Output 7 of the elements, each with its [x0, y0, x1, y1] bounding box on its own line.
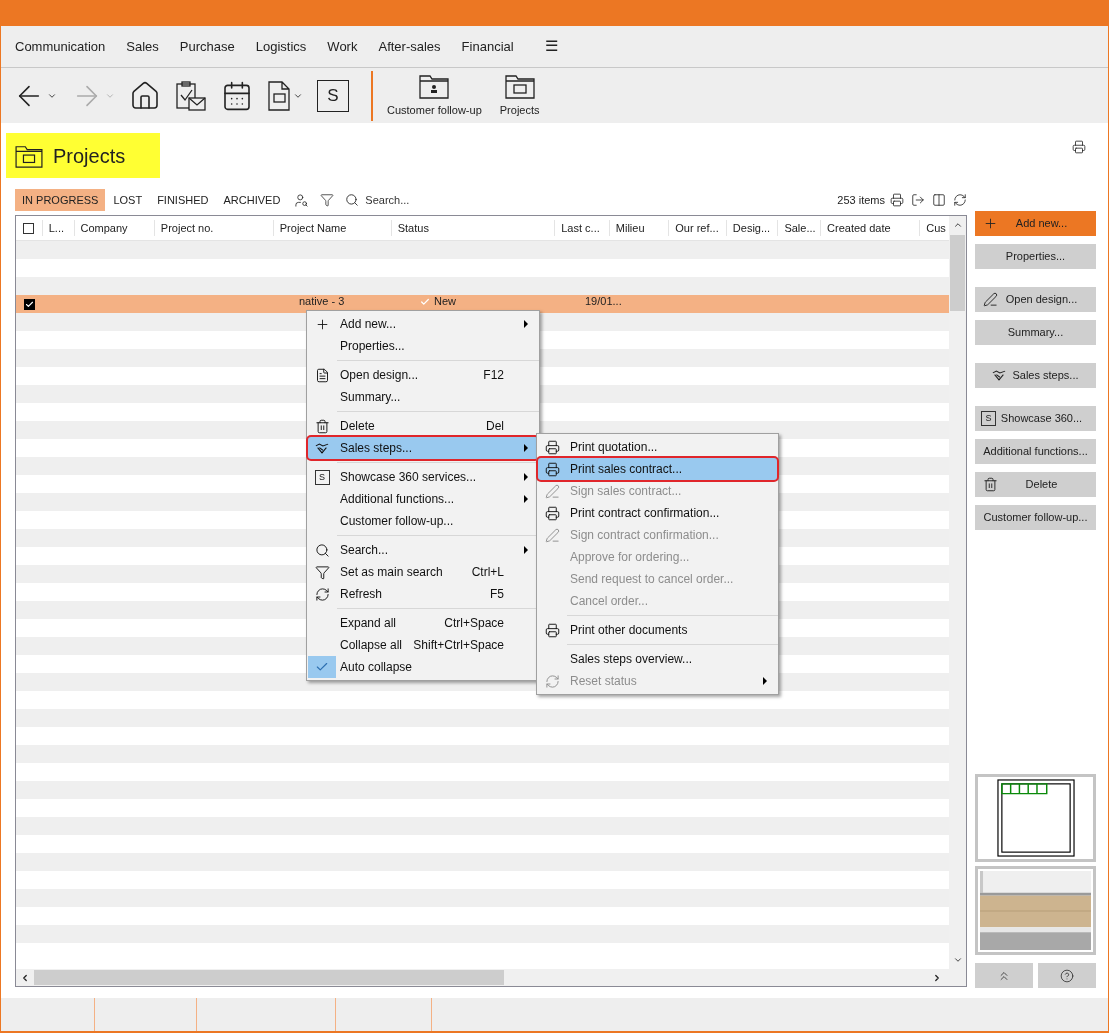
table-cell: native - 3 — [299, 295, 345, 307]
item-count: 253 items — [837, 192, 885, 208]
s-box-icon: S — [314, 469, 330, 485]
table-cell: 19/01... — [585, 295, 622, 307]
s-box-icon: S — [981, 411, 996, 426]
page-title: Projects — [6, 133, 160, 178]
table-cell: New — [434, 295, 456, 308]
